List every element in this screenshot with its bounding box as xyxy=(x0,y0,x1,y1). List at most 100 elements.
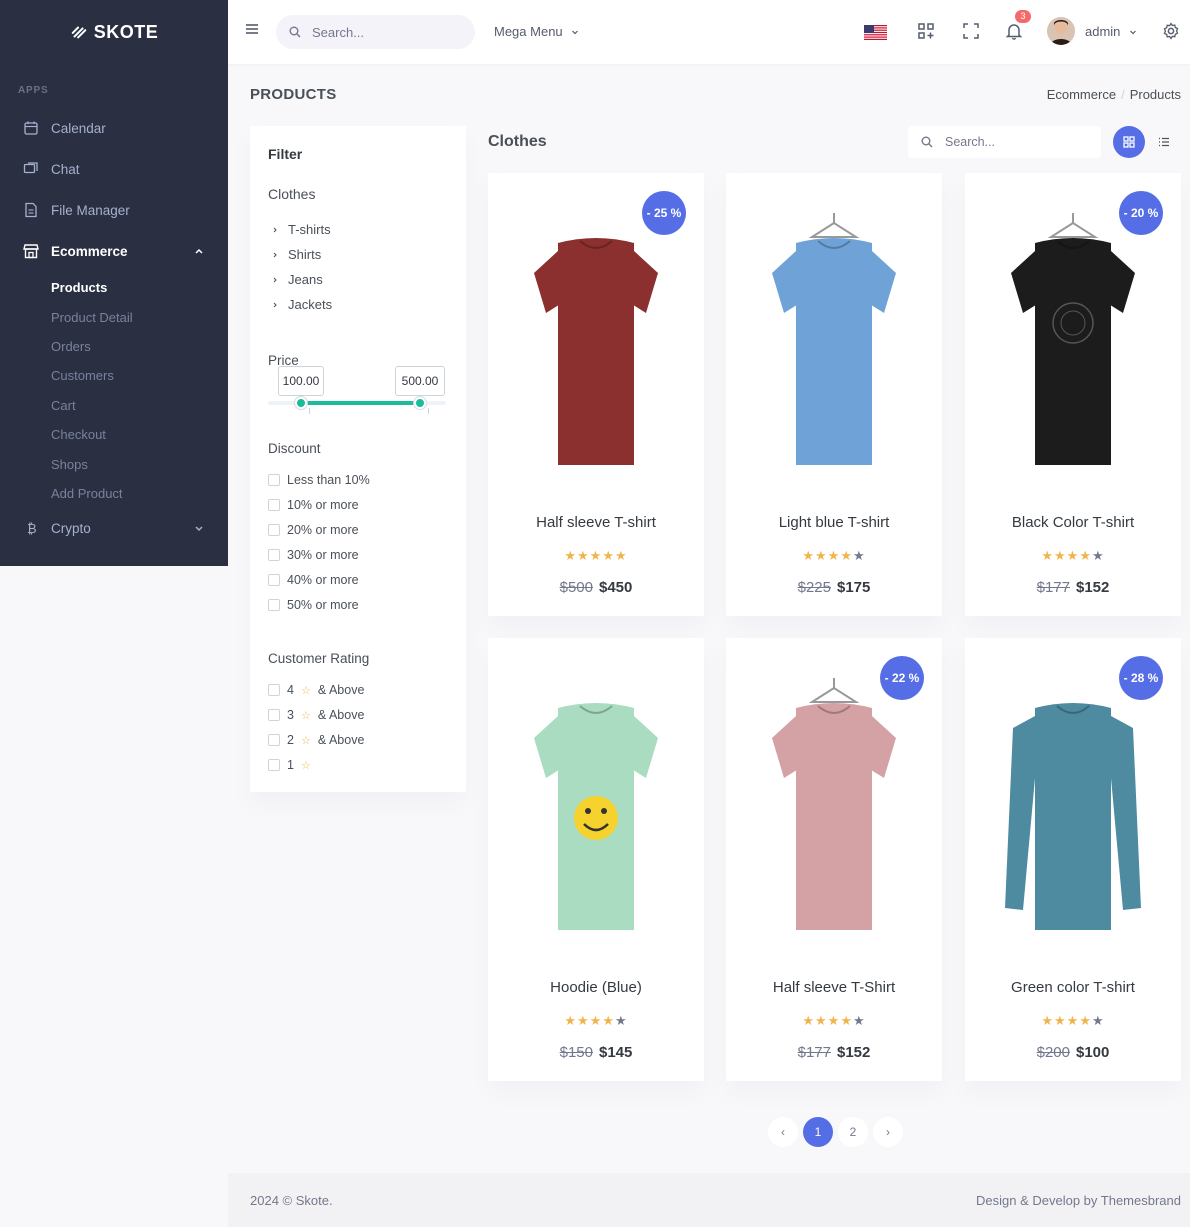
star-icon: ★ xyxy=(840,548,853,563)
old-price: $150 xyxy=(559,1044,593,1061)
pagination-next[interactable]: › xyxy=(873,1117,903,1147)
product-name[interactable]: Hoodie (Blue) xyxy=(488,979,704,996)
checkbox[interactable] xyxy=(268,599,280,611)
filter-category-link[interactable]: Jeans xyxy=(272,272,323,287)
price-max-input[interactable]: 500.00 xyxy=(395,366,445,396)
page-title: PRODUCTS xyxy=(250,86,337,103)
product-image[interactable] xyxy=(506,668,686,948)
sidebar-sub-customers[interactable]: Customers xyxy=(51,368,114,383)
bell-icon[interactable] xyxy=(1005,22,1023,40)
checkbox[interactable] xyxy=(268,759,280,771)
slider-tick xyxy=(428,408,429,414)
products-search-input[interactable]: Search... xyxy=(908,126,1101,158)
checkbox[interactable] xyxy=(268,474,280,486)
checkbox[interactable] xyxy=(268,574,280,586)
sidebar-item-chat[interactable]: Chat xyxy=(0,154,228,184)
checkbox[interactable] xyxy=(268,734,280,746)
product-card[interactable]: - 20 % Black Color T-shirt ★★★★★ $177 $152 xyxy=(965,173,1181,616)
product-price: $177 $152 xyxy=(726,1044,942,1061)
sidebar-item-ecommerce[interactable]: Ecommerce xyxy=(0,236,228,266)
star-icon: ★ xyxy=(1041,1013,1055,1028)
sidebar-sub-shops[interactable]: Shops xyxy=(51,457,88,472)
sidebar-item-label: Chat xyxy=(51,161,80,177)
rating-checkbox[interactable]: 2 ☆ & Above xyxy=(268,733,364,747)
old-price: $225 xyxy=(797,579,831,596)
sidebar-sub-cart[interactable]: Cart xyxy=(51,398,76,413)
breadcrumb-item-active: Products xyxy=(1129,87,1181,102)
products-section-title: Clothes xyxy=(488,133,547,150)
sidebar-sub-add-product[interactable]: Add Product xyxy=(51,486,123,501)
pagination-page[interactable]: 1 xyxy=(803,1117,833,1147)
star-icon: ★ xyxy=(614,1013,628,1028)
discount-checkbox[interactable]: Less than 10% xyxy=(268,473,370,487)
top-search-input[interactable]: Search... xyxy=(276,15,475,49)
product-name[interactable]: Light blue T-shirt xyxy=(726,514,942,531)
sidebar-sub-products[interactable]: Products xyxy=(51,280,107,295)
sidebar-item-file-manager[interactable]: File Manager xyxy=(0,195,228,225)
us-flag-icon[interactable] xyxy=(864,25,887,40)
product-image[interactable] xyxy=(744,668,924,948)
sidebar-sub-checkout[interactable]: Checkout xyxy=(51,427,106,442)
logo[interactable]: SKOTE xyxy=(0,0,228,64)
product-card[interactable]: Light blue T-shirt ★★★★★ $225 $175 xyxy=(726,173,942,616)
product-card[interactable]: Hoodie (Blue) ★★★★★ $150 $145 xyxy=(488,638,704,1081)
filter-category-link[interactable]: Jackets xyxy=(272,297,332,312)
list-view-button[interactable] xyxy=(1155,133,1173,151)
svg-text:₿: ₿ xyxy=(27,522,37,536)
breadcrumb-item[interactable]: Ecommerce xyxy=(1047,87,1116,102)
discount-checkbox[interactable]: 50% or more xyxy=(268,598,359,612)
product-image[interactable] xyxy=(983,203,1163,483)
product-name[interactable]: Black Color T-shirt xyxy=(965,514,1181,531)
checkbox[interactable] xyxy=(268,524,280,536)
filter-category-link[interactable]: T-shirts xyxy=(272,222,331,237)
pagination-page[interactable]: 2 xyxy=(838,1117,868,1147)
product-image[interactable] xyxy=(744,203,924,483)
star-icon: ★ xyxy=(815,548,828,563)
product-name[interactable]: Half sleeve T-shirt xyxy=(488,514,704,531)
avatar[interactable] xyxy=(1047,17,1075,45)
new-price: $145 xyxy=(599,1044,633,1061)
checkbox[interactable] xyxy=(268,499,280,511)
apps-grid-icon[interactable] xyxy=(917,22,935,40)
rating-checkbox[interactable]: 1 ☆ xyxy=(268,758,318,772)
sidebar-sub-orders[interactable]: Orders xyxy=(51,339,91,354)
filter-category-link[interactable]: Shirts xyxy=(272,247,321,262)
mega-menu-button[interactable]: Mega Menu xyxy=(494,24,579,39)
product-card[interactable]: - 25 % Half sleeve T-shirt ★★★★★ $500 $450 xyxy=(488,173,704,616)
pagination-prev[interactable]: ‹ xyxy=(768,1117,798,1147)
price-min-input[interactable]: 100.00 xyxy=(278,366,324,396)
checkbox[interactable] xyxy=(268,684,280,696)
price-slider-min-handle[interactable] xyxy=(295,397,307,409)
sidebar-item-crypto[interactable]: ₿ Crypto xyxy=(0,513,228,543)
rating-checkbox[interactable]: 4 ☆ & Above xyxy=(268,683,364,697)
rating-number: 1 xyxy=(287,758,294,772)
product-image[interactable] xyxy=(506,203,686,483)
product-card[interactable]: - 28 % Green color T-shirt ★★★★★ $200 $100 xyxy=(965,638,1181,1081)
price-slider-max-handle[interactable] xyxy=(414,397,426,409)
checkbox[interactable] xyxy=(268,549,280,561)
product-image[interactable] xyxy=(983,668,1163,948)
product-price: $200 $100 xyxy=(965,1044,1181,1061)
discount-checkbox[interactable]: 10% or more xyxy=(268,498,359,512)
calendar-icon xyxy=(24,121,38,135)
discount-checkbox[interactable]: 30% or more xyxy=(268,548,359,562)
product-card[interactable]: - 22 % Half sleeve T-Shirt ★★★★★ $177 $152 xyxy=(726,638,942,1081)
product-name[interactable]: Green color T-shirt xyxy=(965,979,1181,996)
category-label: Shirts xyxy=(288,247,322,262)
discount-checkbox[interactable]: 20% or more xyxy=(268,523,359,537)
checkbox[interactable] xyxy=(268,709,280,721)
star-icon: ★ xyxy=(840,1013,853,1028)
sidebar-item-calendar[interactable]: Calendar xyxy=(0,113,228,143)
gear-icon[interactable] xyxy=(1162,22,1180,40)
sidebar-sub-product-detail[interactable]: Product Detail xyxy=(51,310,133,325)
product-name[interactable]: Half sleeve T-Shirt xyxy=(726,979,942,996)
discount-badge: - 22 % xyxy=(880,656,924,700)
hamburger-icon[interactable] xyxy=(245,22,259,36)
user-menu[interactable]: admin xyxy=(1085,24,1137,39)
star-icon: ★ xyxy=(577,1013,590,1028)
discount-checkbox[interactable]: 40% or more xyxy=(268,573,359,587)
grid-view-button[interactable] xyxy=(1113,126,1145,158)
checkbox-label: Less than 10% xyxy=(287,473,370,487)
rating-checkbox[interactable]: 3 ☆ & Above xyxy=(268,708,364,722)
fullscreen-icon[interactable] xyxy=(962,22,980,40)
